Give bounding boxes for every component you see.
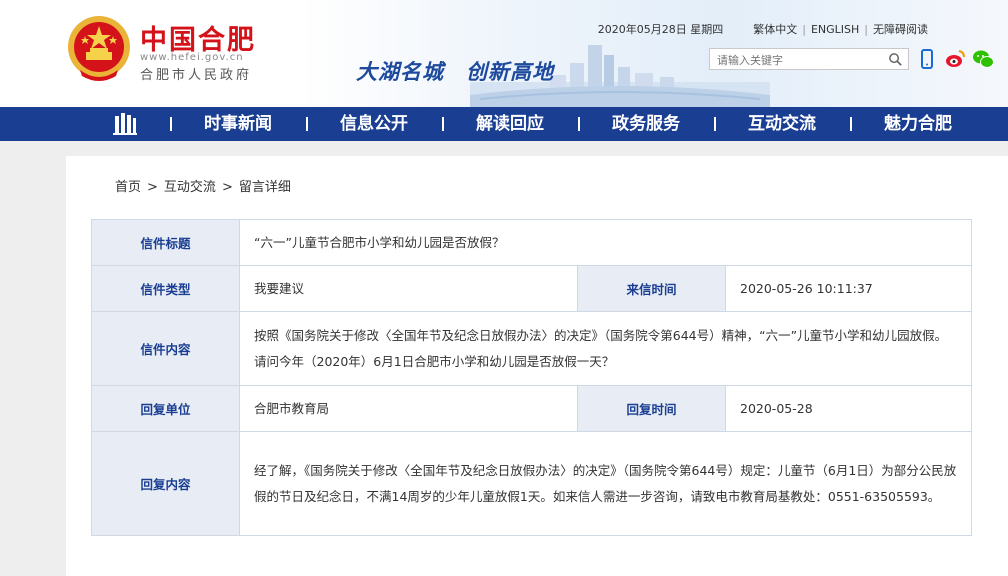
- site-url: www.hefei.gov.cn: [140, 52, 244, 63]
- reply-content-value: 经了解，《国务院关于修改〈全国年节及纪念日放假办法〉的决定》（国务院令第644号…: [238, 431, 973, 536]
- home-building-icon: [113, 113, 137, 135]
- slogan: 大湖名城 创新高地: [356, 60, 554, 84]
- reply-unit-value: 合肥市教育局: [239, 385, 578, 432]
- type-value: 我要建议: [239, 265, 578, 312]
- traditional-chinese-link[interactable]: 繁体中文: [753, 21, 797, 37]
- accessibility-link[interactable]: 无障碍阅读: [873, 21, 928, 37]
- table-row: 信件类型 我要建议 来信时间 2020-05-26 10:11:37: [91, 265, 973, 312]
- english-link[interactable]: ENGLISH: [811, 23, 859, 36]
- table-row: 信件内容 按照《国务院关于修改〈全国年节及纪念日放假办法〉的决定》（国务院令第6…: [91, 311, 973, 386]
- breadcrumb-interaction[interactable]: 互动交流: [164, 180, 216, 195]
- table-row: 回复内容 经了解，《国务院关于修改〈全国年节及纪念日放假办法〉的决定》（国务院令…: [91, 431, 973, 536]
- content-label: 信件内容: [91, 311, 240, 386]
- letter-detail-table: 信件标题 “六一”儿童节合肥市小学和幼儿园是否放假？ 信件类型 我要建议 来信时…: [91, 219, 973, 536]
- nav-item-info-disclosure[interactable]: 信息公开: [306, 107, 442, 141]
- content-value: 按照《国务院关于修改〈全国年节及纪念日放假办法〉的决定》（国务院令第644号）精…: [238, 311, 973, 386]
- date-value: 2020-05-26 10:11:37: [724, 265, 973, 312]
- breadcrumb: 首页 > 互动交流 > 留言详细: [115, 176, 291, 195]
- nav-item-interpretation[interactable]: 解读回应: [442, 107, 578, 141]
- current-date: 2020年05月28日 星期四: [597, 23, 724, 36]
- search-box: [709, 48, 909, 71]
- site-subtitle: 合肥市人民政府: [140, 68, 253, 83]
- national-emblem-icon: [68, 16, 130, 81]
- nav-home[interactable]: [80, 107, 170, 141]
- reply-content-label: 回复内容: [91, 431, 240, 536]
- nav-item-interaction[interactable]: 互动交流: [714, 107, 850, 141]
- nav-item-news[interactable]: 时事新闻: [170, 107, 306, 141]
- search-input[interactable]: [710, 50, 886, 71]
- type-label: 信件类型: [91, 265, 240, 312]
- divider: |: [864, 22, 868, 36]
- main-content: 首页 > 互动交流 > 留言详细 信件标题 “六一”儿童节合肥市小学和幼儿园是否放假？ …: [66, 156, 1008, 576]
- breadcrumb-separator: >: [221, 180, 233, 195]
- nav-item-gov-services[interactable]: 政务服务: [578, 107, 714, 141]
- breadcrumb-current: 留言详细: [238, 180, 291, 195]
- divider: |: [802, 22, 806, 36]
- site-header: 中国合肥 www.hefei.gov.cn 合肥市人民政府 大湖名城 创新高地 …: [0, 0, 1008, 107]
- main-nav: 时事新闻 信息公开 解读回应 政务服务 互动交流 魅力合肥: [0, 107, 1008, 141]
- top-utility-bar: 2020年05月28日 星期四 繁体中文 | ENGLISH | 无障碍阅读: [598, 21, 928, 37]
- title-label: 信件标题: [91, 219, 240, 266]
- social-links: [916, 48, 994, 70]
- reply-unit-label: 回复单位: [91, 385, 240, 432]
- wechat-icon[interactable]: [972, 48, 994, 70]
- table-row: 信件标题 “六一”儿童节合肥市小学和幼儿园是否放假？: [91, 219, 973, 266]
- mobile-icon[interactable]: [916, 48, 938, 70]
- reply-time-label: 回复时间: [577, 385, 726, 432]
- breadcrumb-separator: >: [147, 180, 158, 195]
- date-label: 来信时间: [577, 265, 726, 312]
- breadcrumb-home[interactable]: 首页: [115, 180, 141, 195]
- nav-item-charm-hefei[interactable]: 魅力合肥: [850, 107, 986, 141]
- reply-time-value: 2020-05-28: [724, 385, 973, 432]
- search-icon[interactable]: [888, 52, 903, 67]
- table-row: 回复单位 合肥市教育局 回复时间 2020-05-28: [91, 385, 973, 432]
- weibo-icon[interactable]: [944, 48, 966, 70]
- title-value: “六一”儿童节合肥市小学和幼儿园是否放假？: [238, 219, 973, 266]
